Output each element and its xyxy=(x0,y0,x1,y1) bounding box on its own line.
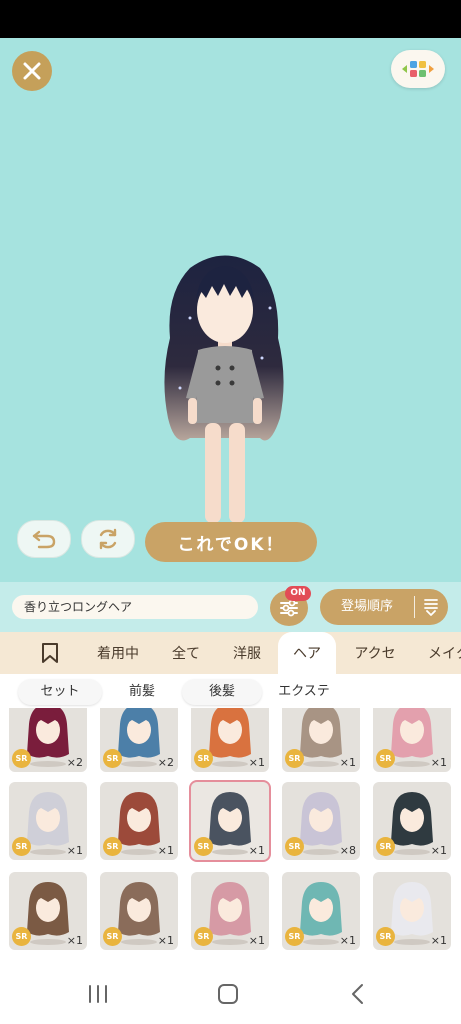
item-info-bar: 香り立つロングヘア ON 登場順序 xyxy=(0,582,461,632)
sort-order-button[interactable]: 登場順序 xyxy=(320,589,448,625)
undo-icon xyxy=(32,530,56,549)
reset-button[interactable] xyxy=(81,520,135,558)
hair-subtabs: セット 前髪 後髪 エクステ xyxy=(0,674,461,708)
item-count: ×1 xyxy=(430,934,447,947)
item-count: ×8 xyxy=(339,844,356,857)
close-button[interactable] xyxy=(12,51,52,91)
close-icon xyxy=(23,62,41,80)
status-bar xyxy=(0,0,461,38)
item-count: ×1 xyxy=(339,756,356,769)
item-count: ×1 xyxy=(339,934,356,947)
avatar-stage: これでOK！ xyxy=(0,38,461,582)
sliders-icon xyxy=(280,599,298,617)
filter-on-badge: ON xyxy=(285,586,311,601)
subtab-bangs[interactable]: 前髪 xyxy=(104,679,180,705)
rarity-badge: SR xyxy=(285,927,304,946)
rarity-badge: SR xyxy=(376,927,395,946)
subtab-extensions[interactable]: エクステ xyxy=(264,679,344,705)
hair-item-card[interactable]: SR ×8 xyxy=(282,782,360,860)
rarity-badge: SR xyxy=(103,837,122,856)
rarity-badge: SR xyxy=(194,749,213,768)
rarity-badge: SR xyxy=(285,837,304,856)
item-count: ×1 xyxy=(66,934,83,947)
recent-apps-icon xyxy=(89,985,107,1003)
item-count: ×1 xyxy=(248,844,265,857)
hair-item-card[interactable]: SR ×1 xyxy=(191,872,269,950)
back-icon xyxy=(352,984,363,1004)
item-count: ×1 xyxy=(157,844,174,857)
bookmark-icon xyxy=(42,643,58,663)
undo-button[interactable] xyxy=(17,520,71,558)
hair-item-card[interactable]: SR ×1 xyxy=(9,782,87,860)
tab-wearing[interactable]: 着用中 xyxy=(82,632,154,674)
subtab-back-hair[interactable]: 後髪 xyxy=(182,679,262,705)
tab-makeup[interactable]: メイク xyxy=(414,632,461,674)
home-button[interactable] xyxy=(208,978,248,1010)
hair-item-card[interactable]: SR ×1 xyxy=(373,872,451,950)
refresh-icon xyxy=(99,528,117,550)
back-button[interactable] xyxy=(338,978,378,1010)
sort-divider xyxy=(414,596,415,618)
hair-item-card[interactable]: SR ×1 xyxy=(282,708,360,772)
hair-item-card[interactable]: SR ×1 xyxy=(100,872,178,950)
item-count: ×1 xyxy=(430,844,447,857)
rarity-badge: SR xyxy=(376,749,395,768)
hair-item-card[interactable]: SR ×2 xyxy=(100,708,178,772)
subtab-set[interactable]: セット xyxy=(18,679,102,705)
item-count: ×1 xyxy=(157,934,174,947)
selected-item-name: 香り立つロングヘア xyxy=(12,595,258,619)
tab-clothes[interactable]: 洋服 xyxy=(218,632,276,674)
tiles-icon xyxy=(402,61,434,77)
hair-item-card[interactable]: SR ×2 xyxy=(9,708,87,772)
item-count: ×1 xyxy=(66,844,83,857)
item-count: ×1 xyxy=(430,756,447,769)
item-count: ×2 xyxy=(157,756,174,769)
layout-menu-button[interactable] xyxy=(391,50,445,88)
item-count: ×1 xyxy=(248,756,265,769)
sort-direction-icon[interactable] xyxy=(424,598,438,616)
item-count: ×1 xyxy=(248,934,265,947)
hair-item-card[interactable]: SR ×1 xyxy=(191,782,269,860)
hair-item-grid: SR ×2 SR ×2 SR ×1 SR ×1 SR ×1 SR ×1 SR ×1 SR ×1 SR ×8 SR ×1… xyxy=(0,708,461,962)
avatar-character xyxy=(164,255,284,533)
rarity-badge: SR xyxy=(103,749,122,768)
rarity-badge: SR xyxy=(194,837,213,856)
tab-all[interactable]: 全て xyxy=(156,632,216,674)
rarity-badge: SR xyxy=(12,927,31,946)
confirm-ok-button[interactable]: これでOK！ xyxy=(145,522,317,562)
android-navbar xyxy=(0,962,461,1024)
hair-item-card[interactable]: SR ×1 xyxy=(100,782,178,860)
hair-item-card[interactable]: SR ×1 xyxy=(191,708,269,772)
category-tabs: 着用中 全て 洋服 ヘア アクセ メイク xyxy=(0,632,461,674)
tab-bookmark[interactable] xyxy=(30,632,70,674)
rarity-badge: SR xyxy=(194,927,213,946)
hair-item-card[interactable]: SR ×1 xyxy=(9,872,87,950)
rarity-badge: SR xyxy=(285,749,304,768)
item-count: ×2 xyxy=(66,756,83,769)
home-icon xyxy=(218,984,238,1004)
sort-label: 登場順序 xyxy=(340,599,393,614)
hair-item-card[interactable]: SR ×1 xyxy=(282,872,360,950)
rarity-badge: SR xyxy=(376,837,395,856)
rarity-badge: SR xyxy=(12,837,31,856)
hair-item-card[interactable]: SR ×1 xyxy=(373,708,451,772)
tab-accessories[interactable]: アクセ xyxy=(338,632,412,674)
tab-hair[interactable]: ヘア xyxy=(278,632,336,674)
rarity-badge: SR xyxy=(103,927,122,946)
hair-item-card[interactable]: SR ×1 xyxy=(373,782,451,860)
rarity-badge: SR xyxy=(12,749,31,768)
recent-apps-button[interactable] xyxy=(78,978,118,1010)
